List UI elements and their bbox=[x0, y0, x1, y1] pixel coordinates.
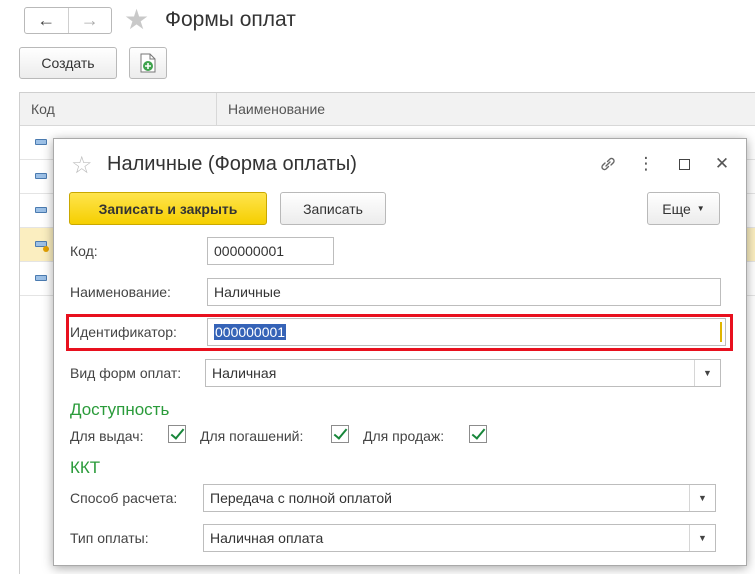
back-arrow-icon[interactable]: ← bbox=[25, 8, 68, 33]
kkt-section-title: ККТ bbox=[70, 458, 101, 477]
identifier-selected-text: 000000001 bbox=[214, 324, 287, 340]
settlement-method-select[interactable]: Передача с полной оплатой ▼ bbox=[203, 484, 716, 512]
dialog-window-controls: ⋮ ✕ bbox=[598, 153, 732, 175]
for-sales-checkbox[interactable] bbox=[469, 425, 487, 443]
settlement-method-label: Способ расчета: bbox=[70, 490, 178, 506]
for-sales-label: Для продаж: bbox=[363, 428, 445, 444]
text-caret bbox=[720, 322, 722, 342]
column-divider[interactable] bbox=[216, 93, 217, 126]
maximize-icon[interactable] bbox=[674, 153, 694, 175]
row-item-icon bbox=[35, 139, 47, 145]
table-header: Код Наименование bbox=[20, 93, 755, 126]
chevron-down-icon: ▼ bbox=[696, 204, 705, 213]
row-item-icon bbox=[35, 207, 47, 213]
main-header: ← → ★ Формы оплат bbox=[0, 0, 755, 44]
settlement-method-value: Передача с полной оплатой bbox=[210, 490, 392, 506]
close-icon[interactable]: ✕ bbox=[712, 153, 732, 175]
create-copy-button[interactable] bbox=[129, 47, 167, 79]
dropdown-arrow-icon[interactable]: ▼ bbox=[694, 360, 720, 386]
add-document-icon bbox=[140, 53, 156, 73]
payment-form-dialog: ☆ Наличные (Форма оплаты) ⋮ ✕ Записать и… bbox=[53, 138, 747, 566]
nav-buttons: ← → bbox=[24, 7, 112, 34]
row-item-icon bbox=[35, 173, 47, 179]
save-button[interactable]: Записать bbox=[280, 192, 386, 225]
create-button[interactable]: Создать bbox=[19, 47, 117, 79]
forward-arrow-icon[interactable]: → bbox=[67, 8, 112, 33]
dialog-title: Наличные (Форма оплаты) bbox=[107, 153, 357, 175]
for-issue-checkbox[interactable] bbox=[168, 425, 186, 443]
save-and-close-button[interactable]: Записать и закрыть bbox=[69, 192, 267, 225]
page-title: Формы оплат bbox=[165, 8, 296, 31]
for-issue-label: Для выдач: bbox=[70, 428, 144, 444]
column-header-code[interactable]: Код bbox=[31, 101, 55, 117]
column-header-name[interactable]: Наименование bbox=[228, 101, 325, 117]
link-icon[interactable] bbox=[598, 153, 618, 175]
for-repayment-label: Для погашений: bbox=[200, 428, 304, 444]
edited-dot-icon bbox=[43, 246, 49, 252]
dropdown-arrow-icon[interactable]: ▼ bbox=[689, 525, 715, 551]
payment-kind-select[interactable]: Наличная ▼ bbox=[205, 359, 721, 387]
payment-type-label: Тип оплаты: bbox=[70, 530, 149, 546]
for-repayment-checkbox[interactable] bbox=[331, 425, 349, 443]
favorite-star-icon[interactable]: ★ bbox=[124, 5, 149, 35]
payment-kind-label: Вид форм оплат: bbox=[70, 365, 182, 381]
availability-section-title: Доступность bbox=[70, 400, 170, 419]
identifier-label: Идентификатор: bbox=[70, 324, 177, 340]
payment-kind-value: Наличная bbox=[212, 365, 277, 381]
more-menu-button[interactable]: Еще ▼ bbox=[647, 192, 720, 225]
name-label: Наименование: bbox=[70, 284, 171, 300]
favorite-star-icon[interactable]: ☆ bbox=[71, 151, 93, 180]
more-vertical-icon[interactable]: ⋮ bbox=[636, 153, 656, 175]
dropdown-arrow-icon[interactable]: ▼ bbox=[689, 485, 715, 511]
payment-type-value: Наличная оплата bbox=[210, 530, 324, 546]
name-field[interactable]: Наличные bbox=[207, 278, 721, 306]
code-label: Код: bbox=[70, 243, 98, 259]
more-button-label: Еще bbox=[662, 200, 691, 217]
row-item-icon bbox=[35, 275, 47, 281]
payment-type-select[interactable]: Наличная оплата ▼ bbox=[203, 524, 716, 552]
code-field[interactable]: 000000001 bbox=[207, 237, 334, 265]
identifier-field[interactable]: 000000001 bbox=[207, 318, 726, 346]
